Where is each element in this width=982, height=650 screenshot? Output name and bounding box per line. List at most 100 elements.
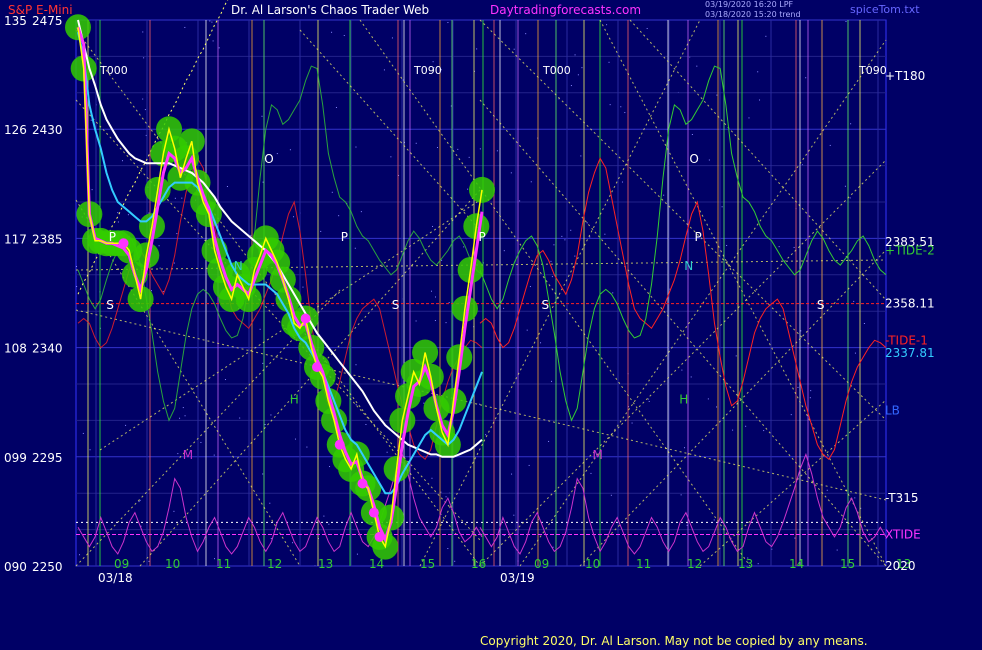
star-dot xyxy=(476,48,478,50)
star-dot xyxy=(211,21,213,23)
star-dot xyxy=(551,276,553,278)
star-dot xyxy=(845,21,847,23)
planet-label: P xyxy=(479,230,486,244)
price-marker xyxy=(300,313,311,324)
star-dot xyxy=(757,71,759,73)
star-dot xyxy=(292,542,294,544)
planet-label: S xyxy=(542,298,550,312)
timestamp-2: 03/18/2020 15:20 trend xyxy=(705,10,801,19)
price-marker xyxy=(368,507,379,518)
star-dot xyxy=(691,134,693,136)
chart-canvas: 135 2475126 2430117 2385108 2340099 2295090 22… xyxy=(4,0,935,585)
star-dot xyxy=(184,26,186,28)
star-dot xyxy=(548,440,550,442)
star-dot xyxy=(663,194,665,196)
star-dot xyxy=(564,239,566,241)
star-dot xyxy=(836,549,838,551)
star-dot xyxy=(854,497,856,499)
star-dot xyxy=(794,537,796,539)
planet-label: S xyxy=(106,298,114,312)
planet-label: N xyxy=(684,259,693,273)
star-dot xyxy=(826,489,828,491)
star-dot xyxy=(763,430,765,432)
star-dot xyxy=(162,291,164,293)
x-date-label: 03/18 xyxy=(98,571,133,585)
star-dot xyxy=(805,77,807,79)
star-dot xyxy=(144,109,146,111)
star-dot xyxy=(586,222,588,224)
star-dot xyxy=(200,441,202,443)
star-dot xyxy=(79,554,81,556)
y-tick-label-left: 090 xyxy=(4,560,27,574)
star-dot xyxy=(854,352,856,354)
planet-label: H xyxy=(290,392,299,406)
star-dot xyxy=(289,149,291,151)
star-dot xyxy=(485,434,487,436)
time-cycle-label: T090 xyxy=(858,64,887,77)
x-hour-label: 14 xyxy=(789,557,804,571)
star-dot xyxy=(757,563,759,565)
site-url[interactable]: Daytradingforecasts.com xyxy=(490,3,641,17)
x-hour-label: 15 xyxy=(420,557,435,571)
glow-dot xyxy=(469,176,495,203)
star-dot xyxy=(519,200,521,202)
star-dot xyxy=(577,74,579,76)
star-dot xyxy=(844,185,846,187)
star-dot xyxy=(355,404,357,406)
right-label: 2337.81 xyxy=(885,346,935,360)
star-dot xyxy=(732,429,734,431)
star-dot xyxy=(529,286,531,288)
star-dot xyxy=(726,245,728,247)
star-dot xyxy=(179,417,181,419)
y-tick-label-price: 2385 xyxy=(32,232,63,246)
star-dot xyxy=(721,206,723,208)
star-dot xyxy=(356,553,358,555)
star-dot xyxy=(479,148,481,150)
star-dot xyxy=(354,247,356,249)
star-dot xyxy=(684,447,686,449)
star-dot xyxy=(331,31,333,33)
star-dot xyxy=(853,300,855,302)
star-dot xyxy=(707,398,709,400)
star-dot xyxy=(793,246,795,248)
star-dot xyxy=(574,54,576,56)
symbol-label: S&P E-Mini xyxy=(8,3,73,17)
time-cycle-label: T000 xyxy=(542,64,571,77)
star-dot xyxy=(467,188,469,190)
star-dot xyxy=(561,235,563,237)
planet-label: O xyxy=(264,152,273,166)
star-dot xyxy=(525,33,527,35)
star-dot xyxy=(765,35,767,37)
star-dot xyxy=(540,342,542,344)
star-dot xyxy=(631,422,633,424)
x-hour-label: 13 xyxy=(318,557,333,571)
x-hour-label: 14 xyxy=(369,557,384,571)
star-dot xyxy=(262,362,264,364)
star-dot xyxy=(436,146,438,148)
star-dot xyxy=(90,119,92,121)
y-tick-label-left: 117 xyxy=(4,232,27,246)
star-dot xyxy=(270,538,272,540)
star-dot xyxy=(624,112,626,114)
star-dot xyxy=(355,146,357,148)
star-dot xyxy=(445,322,447,324)
price-marker xyxy=(334,439,345,450)
star-dot xyxy=(365,424,367,426)
star-dot xyxy=(174,197,176,199)
star-dot xyxy=(173,262,175,264)
star-dot xyxy=(513,514,515,516)
star-dot xyxy=(148,212,150,214)
star-dot xyxy=(239,417,241,419)
star-dot xyxy=(173,510,175,512)
right-label: +T180 xyxy=(885,69,925,83)
star-dot xyxy=(226,186,228,188)
star-dot xyxy=(214,558,216,560)
star-dot xyxy=(148,560,150,562)
star-dot xyxy=(76,285,78,287)
star-dot xyxy=(797,386,799,388)
star-dot xyxy=(608,61,610,63)
star-dot xyxy=(127,214,129,216)
x-hour-label: 09 xyxy=(534,557,549,571)
star-dot xyxy=(181,197,183,199)
star-dot xyxy=(76,265,78,267)
